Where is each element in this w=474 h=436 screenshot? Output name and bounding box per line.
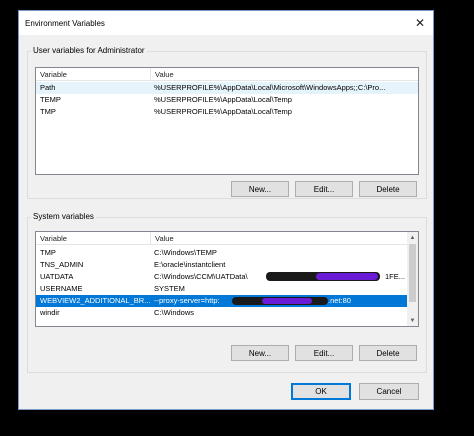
- list-header: Variable Value: [36, 68, 418, 81]
- user-var-row-path[interactable]: Path %USERPROFILE%\AppData\Local\Microso…: [36, 82, 418, 94]
- row-value: %USERPROFILE%\AppData\Local\Temp: [154, 95, 292, 104]
- scrollbar-thumb[interactable]: [409, 244, 416, 302]
- down-arrow-icon[interactable]: ▼: [407, 315, 418, 326]
- row-value: C:\Windows\CCM\UATData\: [154, 272, 248, 281]
- row-variable: windir: [40, 308, 60, 317]
- close-icon[interactable]: ✕: [407, 11, 433, 35]
- redaction-mark: [262, 298, 312, 304]
- row-variable: USERNAME: [40, 284, 83, 293]
- system-var-row-webview2[interactable]: WEBVIEW2_ADDITIONAL_BR... --proxy-server…: [36, 295, 409, 307]
- row-value: --proxy-server=http:: [154, 296, 220, 305]
- system-var-row-windir[interactable]: windir C:\Windows: [36, 307, 409, 319]
- row-variable: TMP: [40, 107, 56, 116]
- system-var-row-tmp[interactable]: TMP C:\Windows\TEMP: [36, 247, 409, 259]
- list-header: Variable Value: [36, 232, 418, 245]
- user-var-row-tmp[interactable]: TMP %USERPROFILE%\AppData\Local\Temp: [36, 106, 418, 118]
- user-variables-label: User variables for Administrator: [31, 46, 147, 55]
- system-delete-button[interactable]: Delete: [359, 345, 417, 361]
- row-variable: WEBVIEW2_ADDITIONAL_BR...: [40, 296, 150, 305]
- row-variable: TNS_ADMIN: [40, 260, 84, 269]
- row-value-suffix: .net:80: [328, 296, 351, 305]
- system-var-row-username[interactable]: USERNAME SYSTEM: [36, 283, 409, 295]
- system-variables-list[interactable]: Variable Value TMP C:\Windows\TEMP TNS_A…: [35, 231, 419, 327]
- row-variable: TMP: [40, 248, 56, 257]
- column-header-value[interactable]: Value: [150, 68, 418, 81]
- column-header-value[interactable]: Value: [150, 232, 409, 245]
- user-variables-list[interactable]: Variable Value Path %USERPROFILE%\AppDat…: [35, 67, 419, 175]
- row-value: %USERPROFILE%\AppData\Local\Microsoft\Wi…: [154, 83, 386, 92]
- row-variable: TEMP: [40, 95, 61, 104]
- system-var-row-uatdata[interactable]: UATDATA C:\Windows\CCM\UATData\ 1FE...: [36, 271, 409, 283]
- system-list-scrollbar[interactable]: ▲ ▼: [407, 232, 418, 326]
- title-bar: Environment Variables ✕: [19, 11, 433, 35]
- cancel-button[interactable]: Cancel: [359, 383, 419, 400]
- user-edit-button[interactable]: Edit...: [295, 181, 353, 197]
- dialog-title: Environment Variables: [25, 19, 105, 28]
- user-var-row-temp[interactable]: TEMP %USERPROFILE%\AppData\Local\Temp: [36, 94, 418, 106]
- system-var-row-tns-admin[interactable]: TNS_ADMIN E:\oracle\instantclient: [36, 259, 409, 271]
- row-value: C:\Windows\TEMP: [154, 248, 217, 257]
- row-variable: Path: [40, 83, 56, 92]
- environment-variables-dialog: Environment Variables ✕ User variables f…: [18, 10, 434, 410]
- row-value: %USERPROFILE%\AppData\Local\Temp: [154, 107, 292, 116]
- row-value: C:\Windows: [154, 308, 195, 317]
- row-variable: UATDATA: [40, 272, 74, 281]
- system-variables-label: System variables: [31, 212, 96, 221]
- system-edit-button[interactable]: Edit...: [295, 345, 353, 361]
- redaction-mark: [316, 273, 378, 280]
- ok-button[interactable]: OK: [291, 383, 351, 400]
- system-new-button[interactable]: New...: [231, 345, 289, 361]
- column-header-variable[interactable]: Variable: [36, 232, 150, 245]
- row-value: SYSTEM: [154, 284, 185, 293]
- row-value: E:\oracle\instantclient: [154, 260, 226, 269]
- user-new-button[interactable]: New...: [231, 181, 289, 197]
- user-delete-button[interactable]: Delete: [359, 181, 417, 197]
- column-header-variable[interactable]: Variable: [36, 68, 150, 81]
- up-arrow-icon[interactable]: ▲: [407, 232, 418, 243]
